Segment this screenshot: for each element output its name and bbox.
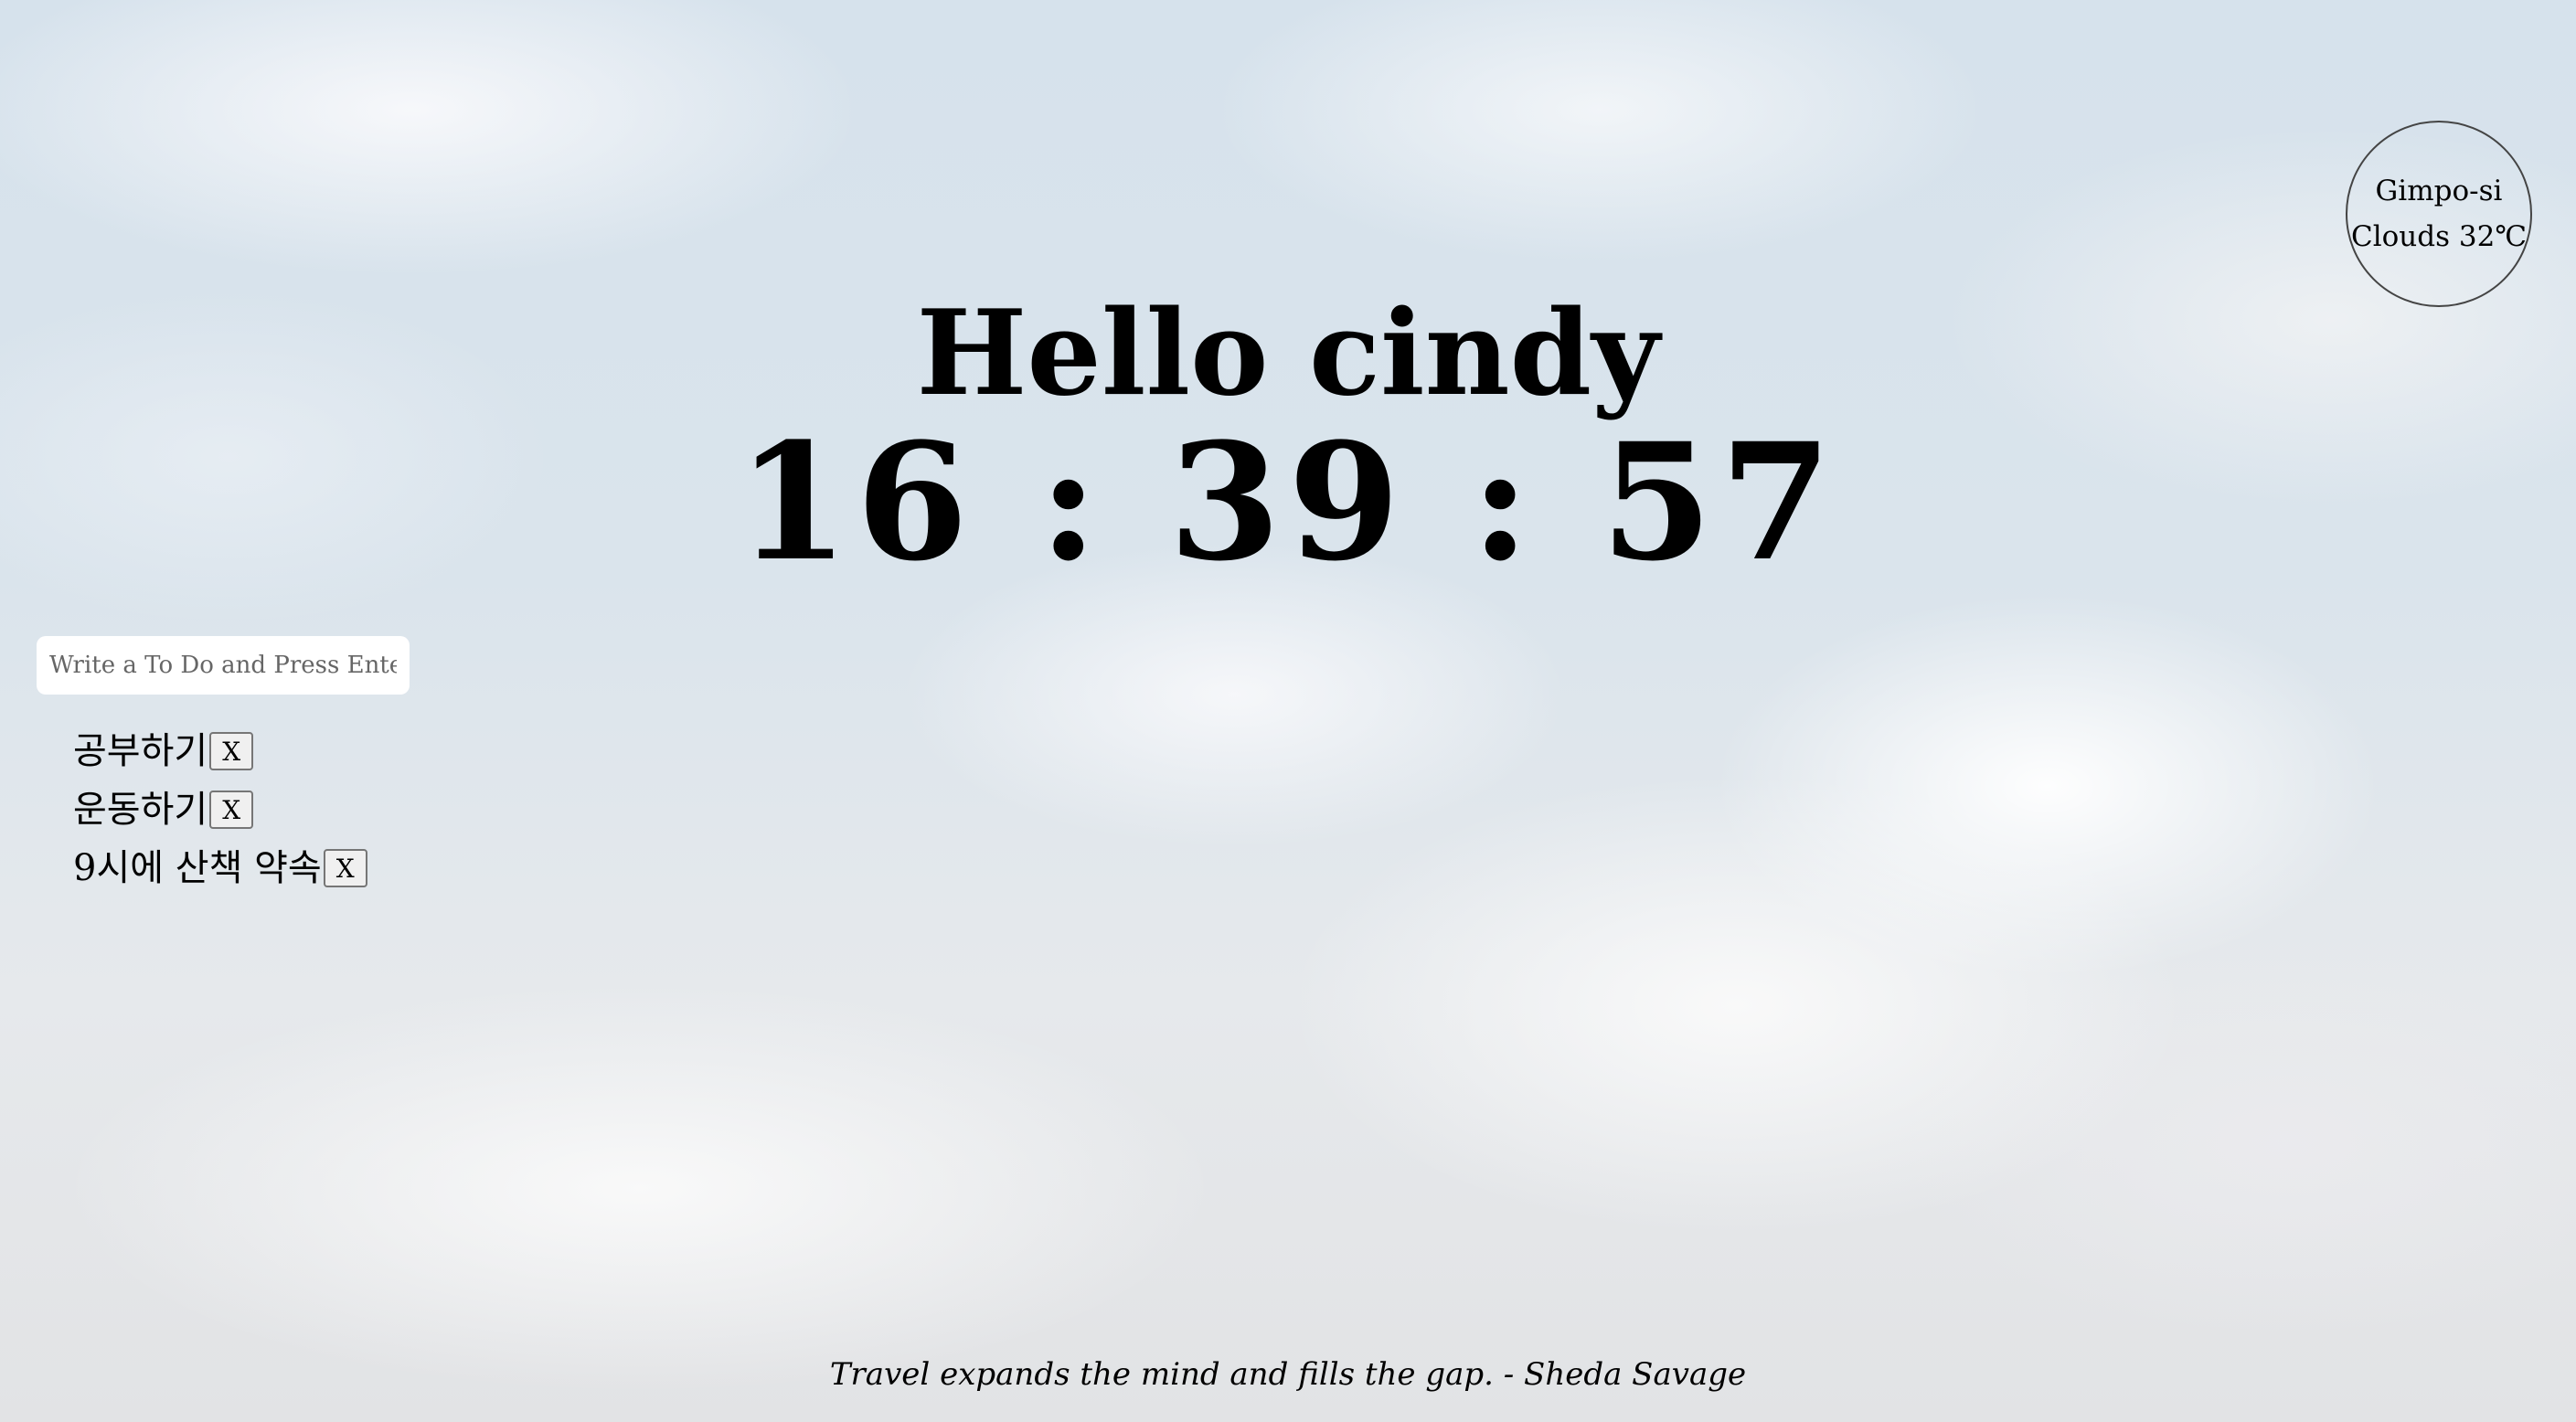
todo-item-text: 운동하기 [73,789,208,831]
weather-widget: Gimpo-si Clouds 32℃ [2346,121,2532,307]
todo-delete-button[interactable]: X [323,849,367,887]
clock: 16 : 39 : 57 [737,408,1839,597]
todo-delete-button[interactable]: X [209,791,254,829]
todo-delete-button[interactable]: X [209,732,254,770]
todo-item: 9시에 산책 약속 X [73,835,367,894]
todo-item: 공부하기 X [73,718,367,777]
todo-input[interactable] [37,636,410,695]
weather-city: Gimpo-si [2375,175,2503,207]
todo-item-text: 공부하기 [73,730,208,772]
todo-form [37,636,410,695]
todo-list: 공부하기 X 운동하기 X 9시에 산책 약속 X [73,718,367,894]
quote: Travel expands the mind and fills the ga… [829,1356,1747,1393]
todo-item: 운동하기 X [73,777,367,835]
weather-condition: Clouds 32℃ [2351,220,2527,253]
todo-item-text: 9시에 산책 약속 [73,847,322,889]
greeting-heading: Hello cindy [916,285,1660,422]
